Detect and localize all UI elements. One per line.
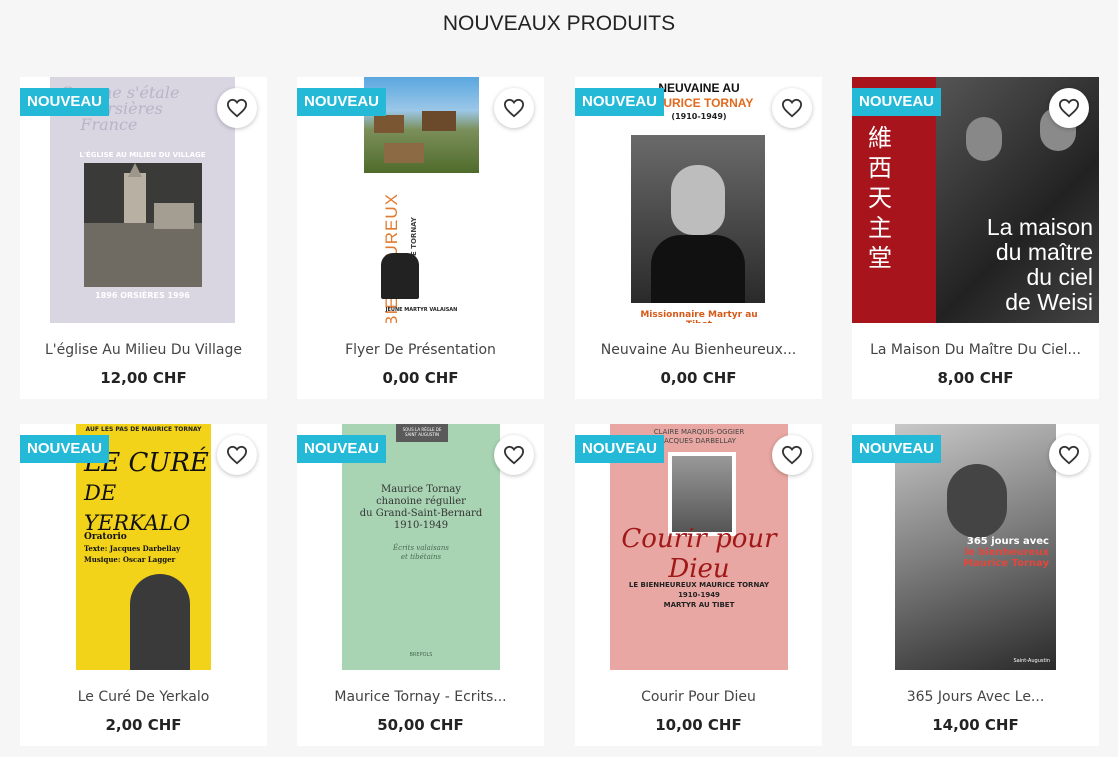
heart-outline-icon [226, 98, 248, 118]
cover-text: Musique: Oscar Lagger [84, 555, 176, 564]
wishlist-button[interactable] [494, 88, 534, 128]
product-card[interactable]: BIENHEUREUX MAURICE TORNAY JEUNE MARTYR … [297, 77, 544, 399]
cover-text: de Weisi [1005, 289, 1093, 315]
product-price: 2,00 CHF [105, 716, 182, 734]
cover-text: Courir pour Dieu [621, 524, 777, 584]
heart-outline-icon [781, 445, 803, 465]
cover-text: 1910-1949 [678, 591, 720, 599]
product-card[interactable]: NEUVAINE AU MAURICE TORNAY (1910-1949) M… [575, 77, 822, 399]
wishlist-button[interactable] [217, 88, 257, 128]
cover-text: LE BIENHEUREUX MAURICE TORNAY [628, 581, 770, 589]
cover-text: 1896 ORSIÈRES 1996 [95, 291, 190, 300]
cover-text: DE YERKALO [84, 481, 191, 535]
product-price: 50,00 CHF [377, 716, 464, 734]
product-name[interactable]: Le Curé De Yerkalo [20, 689, 267, 705]
cover-text: BREPOLS [409, 652, 433, 658]
cover-text: Saint-Augustin [1013, 658, 1050, 664]
cover-text: Missionnaire Martyr au Tibet [640, 310, 758, 323]
product-price: 10,00 CHF [655, 716, 742, 734]
heart-outline-icon [226, 445, 248, 465]
heart-outline-icon [1058, 98, 1080, 118]
product-price: 12,00 CHF [100, 369, 187, 387]
heart-outline-icon [503, 445, 525, 465]
product-name[interactable]: Flyer De Présentation [297, 342, 544, 358]
product-name[interactable]: Neuvaine Au Bienheureux... [575, 342, 822, 358]
wishlist-button[interactable] [772, 435, 812, 475]
wishlist-button[interactable] [1049, 88, 1089, 128]
product-price: 0,00 CHF [660, 369, 737, 387]
new-badge: NOUVEAU [852, 435, 942, 463]
product-price: 0,00 CHF [382, 369, 459, 387]
cover-text: du Grand-Saint-Bernard [359, 508, 483, 519]
cover-text: Maurice Tornay [380, 484, 462, 495]
cover-text: du maître [995, 239, 1093, 265]
product-name[interactable]: Courir Pour Dieu [575, 689, 822, 705]
new-badge: NOUVEAU [575, 88, 665, 116]
product-card[interactable]: SOUS LA RÈGLE DE SAINT AUGUSTIN Maurice … [297, 424, 544, 746]
cover-text: La maison [986, 214, 1093, 240]
product-name[interactable]: Maurice Tornay - Ecrits... [297, 689, 544, 705]
section-title: NOUVEAUX PRODUITS [442, 12, 676, 35]
cover-text: chanoine régulier [376, 496, 466, 507]
cover-text: JEUNE MARTYR VALAISAN [385, 307, 458, 313]
product-name[interactable]: La Maison Du Maître Du Ciel... [852, 342, 1099, 358]
cover-text: SOUS LA RÈGLE DE SAINT AUGUSTIN [396, 424, 448, 442]
new-badge: NOUVEAU [20, 435, 110, 463]
product-card[interactable]: 維西天主堂 La maison du maître du ciel de Wei… [852, 77, 1099, 399]
product-name[interactable]: 365 Jours Avec Le... [852, 689, 1099, 705]
cover-text: 1910-1949 [393, 520, 449, 531]
product-price: 14,00 CHF [932, 716, 1019, 734]
cover-text: 365 jours avec [966, 536, 1049, 547]
cover-text: MARTYR AU TIBET [663, 601, 735, 609]
cover-text: Texte: Jacques Darbellay [84, 544, 181, 553]
product-card[interactable]: 365 jours avec le bienheureux Maurice To… [852, 424, 1099, 746]
product-card[interactable]: CLAIRE MARQUIS-OGGIER JACQUES DARBELLAY … [575, 424, 822, 746]
new-badge: NOUVEAU [575, 435, 665, 463]
cover-text: Maurice Tornay [963, 558, 1049, 569]
product-name[interactable]: L'église Au Milieu Du Village [20, 342, 267, 358]
new-badge: NOUVEAU [20, 88, 110, 116]
cover-text: le bienheureux [964, 547, 1049, 558]
product-card[interactable]: Comme s'étale Sur Orsières France L'ÉGLIS… [20, 77, 267, 399]
wishlist-button[interactable] [217, 435, 257, 475]
cover-text: et tibétains [400, 553, 442, 561]
cover-text: L'ÉGLISE AU MILIEU DU VILLAGE [79, 151, 206, 159]
cover-text: Écrits valaisans [393, 544, 449, 552]
new-badge: NOUVEAU [297, 435, 387, 463]
product-price: 8,00 CHF [937, 369, 1014, 387]
cover-text: Oratorio [84, 532, 127, 542]
product-card[interactable]: AUF LES PAS DE MAURICE TORNAY LE CURÉ DE… [20, 424, 267, 746]
heart-outline-icon [503, 98, 525, 118]
wishlist-button[interactable] [1049, 435, 1089, 475]
wishlist-button[interactable] [772, 88, 812, 128]
cover-text: du ciel [1026, 264, 1093, 290]
wishlist-button[interactable] [494, 435, 534, 475]
new-badge: NOUVEAU [297, 88, 387, 116]
new-badge: NOUVEAU [852, 88, 942, 116]
cover-text: AUF LES PAS DE MAURICE TORNAY [85, 426, 202, 433]
heart-outline-icon [1058, 445, 1080, 465]
heart-outline-icon [781, 98, 803, 118]
